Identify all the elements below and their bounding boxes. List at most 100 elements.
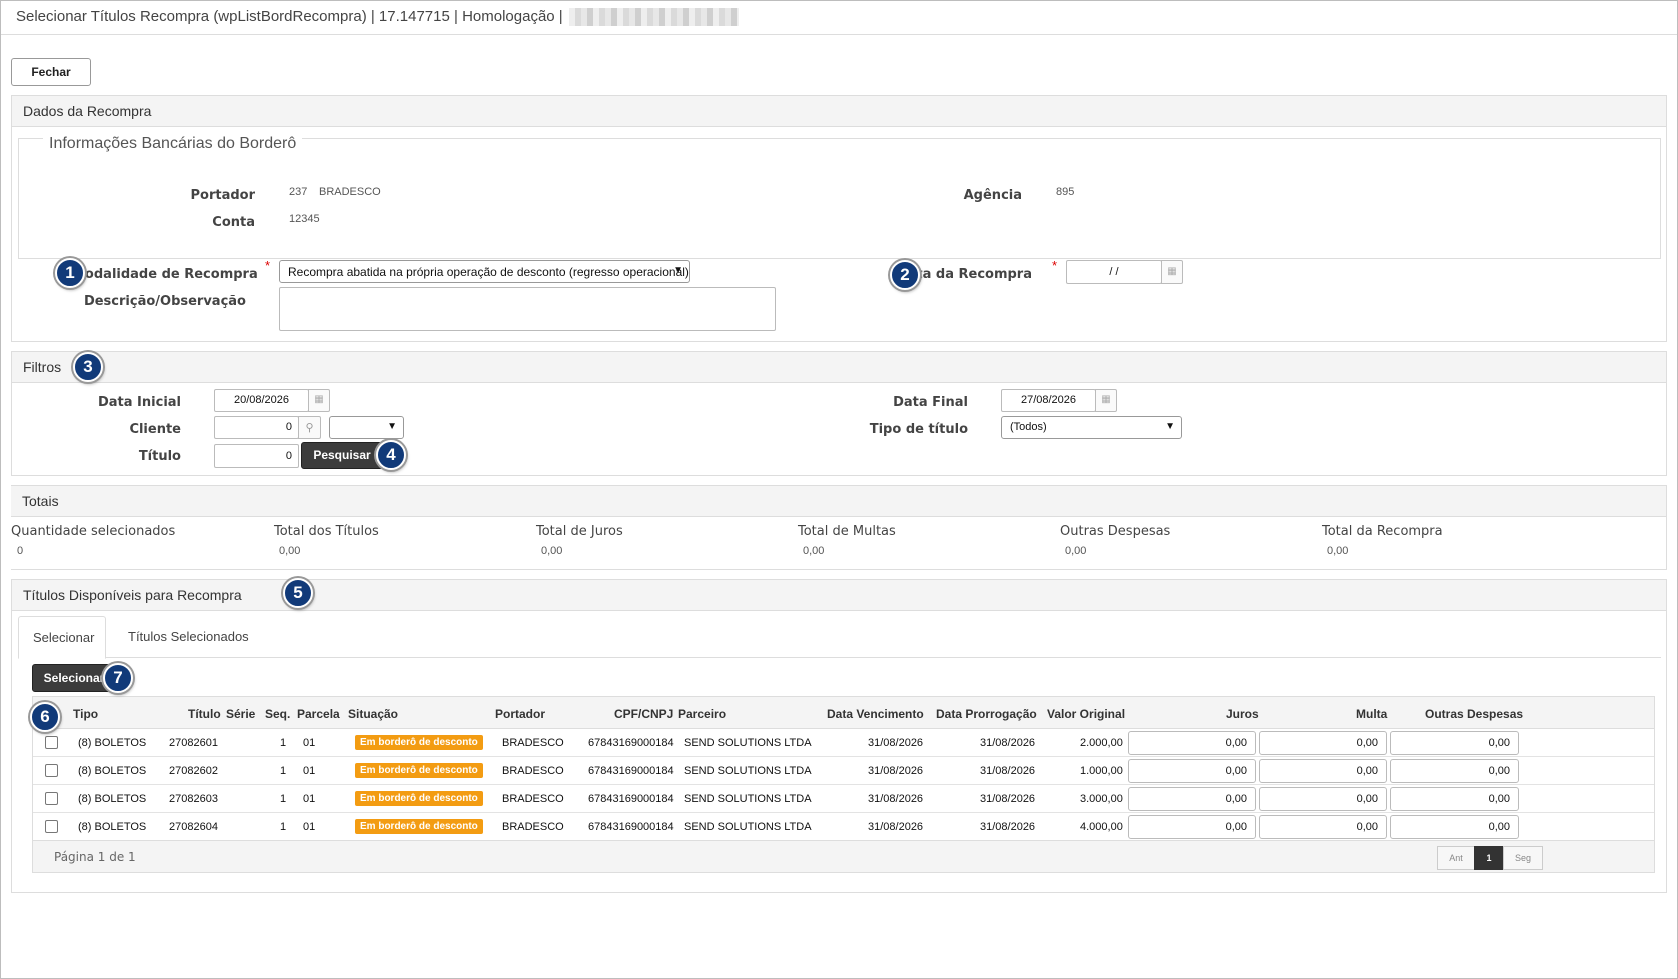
agencia-label: Agência <box>963 188 1022 203</box>
conta-label: Conta <box>212 215 255 230</box>
juros-input[interactable]: 0,00 <box>1128 787 1256 811</box>
situacao-badge: Em borderô de desconto <box>355 735 483 750</box>
calendar-icon[interactable]: ▦ <box>1161 260 1183 284</box>
outras-despesas-input[interactable]: 0,00 <box>1390 759 1519 783</box>
cell-prorrogacao: 31/08/2026 <box>980 793 1036 805</box>
data-inicial-label: Data Inicial <box>97 395 181 410</box>
col-juros[interactable]: Juros <box>1226 707 1259 721</box>
callout-badge-6: 6 <box>30 702 60 732</box>
cliente-input[interactable]: 0 <box>214 416 299 439</box>
col-parceiro[interactable]: Parceiro <box>678 707 726 721</box>
conta-value: 12345 <box>289 213 320 225</box>
data-recompra-input[interactable]: / / <box>1066 260 1162 284</box>
total-titulos-label: Total dos Títulos <box>274 524 379 539</box>
col-outras-despesas[interactable]: Outras Despesas <box>1425 707 1523 721</box>
data-final-label: Data Final <box>893 395 968 410</box>
outras-despesas-input[interactable]: 0,00 <box>1390 787 1519 811</box>
window-title: Selecionar Títulos Recompra (wpListBordR… <box>16 8 563 25</box>
col-seq[interactable]: Seq. <box>265 707 290 721</box>
cell-titulo: 27082604 <box>169 821 218 833</box>
callout-badge-5: 5 <box>283 578 313 608</box>
titulo-input[interactable]: 0 <box>214 444 299 468</box>
row-checkbox[interactable] <box>45 764 58 777</box>
modalidade-select[interactable]: Recompra abatida na própria operação de … <box>279 260 690 283</box>
pagination-page-button[interactable]: 1 <box>1474 846 1504 870</box>
multa-input[interactable]: 0,00 <box>1259 759 1387 783</box>
outras-despesas-value: 0,00 <box>1065 545 1087 557</box>
cell-titulo: 27082601 <box>169 737 218 749</box>
col-cpf-cnpj[interactable]: CPF/CNPJ <box>614 707 673 721</box>
cell-seq: 1 <box>280 737 287 749</box>
tipo-titulo-select[interactable]: (Todos) ▼ <box>1001 416 1182 439</box>
cell-portador: BRADESCO <box>502 737 564 749</box>
multa-input[interactable]: 0,00 <box>1259 815 1387 839</box>
juros-input[interactable]: 0,00 <box>1128 759 1256 783</box>
callout-badge-2: 2 <box>890 260 920 290</box>
search-button[interactable]: Pesquisar <box>301 442 383 469</box>
titulo-label: Título <box>138 449 181 464</box>
table-row: (8) BOLETOS 27082603 1 01 Em borderô de … <box>33 785 1654 813</box>
multa-input[interactable]: 0,00 <box>1259 731 1387 755</box>
close-button[interactable]: Fechar <box>11 58 91 86</box>
titulos-panel: Títulos Disponíveis para Recompra Seleci… <box>11 579 1667 893</box>
juros-input[interactable]: 0,00 <box>1128 731 1256 755</box>
total-recompra-label: Total da Recompra <box>1322 524 1443 539</box>
chevron-down-icon: ▼ <box>673 265 683 276</box>
total-juros-label: Total de Juros <box>536 524 623 539</box>
titulos-header: Títulos Disponíveis para Recompra <box>12 580 1666 611</box>
tipo-titulo-label: Tipo de título <box>869 422 968 437</box>
outras-despesas-input[interactable]: 0,00 <box>1390 731 1519 755</box>
col-data-prorrogacao[interactable]: Data Prorrogação <box>936 707 1037 721</box>
calendar-icon[interactable]: ▦ <box>308 389 330 412</box>
row-checkbox[interactable] <box>45 820 58 833</box>
data-inicial-input[interactable]: 20/08/2026 <box>214 389 309 412</box>
col-valor-original[interactable]: Valor Original <box>1047 707 1125 721</box>
col-multa[interactable]: Multa <box>1356 707 1387 721</box>
col-parcela[interactable]: Parcela <box>297 707 340 721</box>
tipo-titulo-selected-value: (Todos) <box>1010 421 1047 433</box>
search-icon[interactable]: ⚲ <box>298 416 321 439</box>
callout-badge-3: 3 <box>73 352 103 382</box>
agencia-value: 895 <box>1056 186 1075 198</box>
cell-parcela: 01 <box>303 765 316 777</box>
dados-recompra-panel: Dados da Recompra Informações Bancárias … <box>11 95 1667 342</box>
cell-tipo: (8) BOLETOS <box>78 765 147 777</box>
cell-prorrogacao: 31/08/2026 <box>980 737 1036 749</box>
dados-recompra-header: Dados da Recompra <box>12 96 1666 127</box>
pagination-next-button[interactable]: Seg <box>1503 846 1543 870</box>
cliente-select[interactable]: ▼ <box>329 416 404 439</box>
col-titulo[interactable]: Título <box>188 707 221 721</box>
grid-footer: Página 1 de 1 Ant 1 Seg <box>33 840 1654 872</box>
modalidade-label: Modalidade de Recompra <box>72 267 258 282</box>
callout-badge-4: 4 <box>376 440 406 470</box>
quantidade-selecionados-label: Quantidade selecionados <box>11 524 176 539</box>
cell-vencimento: 31/08/2026 <box>868 737 924 749</box>
col-situacao[interactable]: Situação <box>348 707 398 721</box>
col-serie[interactable]: Série <box>226 707 255 721</box>
cell-portador: BRADESCO <box>502 793 564 805</box>
filtros-header: Filtros <box>12 352 1666 383</box>
pagination-prev-button[interactable]: Ant <box>1437 846 1475 870</box>
cell-parcela: 01 <box>303 737 316 749</box>
data-final-input[interactable]: 27/08/2026 <box>1001 389 1096 412</box>
totais-header: Totais <box>11 486 1666 517</box>
tab-selecionar[interactable]: Selecionar <box>18 616 106 659</box>
juros-input[interactable]: 0,00 <box>1128 815 1256 839</box>
tab-titulos-selecionados[interactable]: Títulos Selecionados <box>114 616 263 659</box>
col-tipo[interactable]: Tipo <box>73 707 98 721</box>
total-juros-value: 0,00 <box>541 545 563 557</box>
descricao-textarea[interactable] <box>279 287 776 331</box>
descricao-label: Descrição/Observação <box>83 294 246 309</box>
cell-parcela: 01 <box>303 793 316 805</box>
row-checkbox[interactable] <box>45 736 58 749</box>
cell-seq: 1 <box>280 793 287 805</box>
multa-input[interactable]: 0,00 <box>1259 787 1387 811</box>
filtros-panel: Filtros Data Inicial 20/08/2026 ▦ Data F… <box>11 351 1667 476</box>
titulos-tabs: Selecionar Títulos Selecionados <box>18 616 1661 659</box>
outras-despesas-label: Outras Despesas <box>1060 524 1171 539</box>
col-data-vencimento[interactable]: Data Vencimento <box>827 707 924 721</box>
calendar-icon[interactable]: ▦ <box>1095 389 1117 412</box>
col-portador[interactable]: Portador <box>495 707 545 721</box>
row-checkbox[interactable] <box>45 792 58 805</box>
outras-despesas-input[interactable]: 0,00 <box>1390 815 1519 839</box>
